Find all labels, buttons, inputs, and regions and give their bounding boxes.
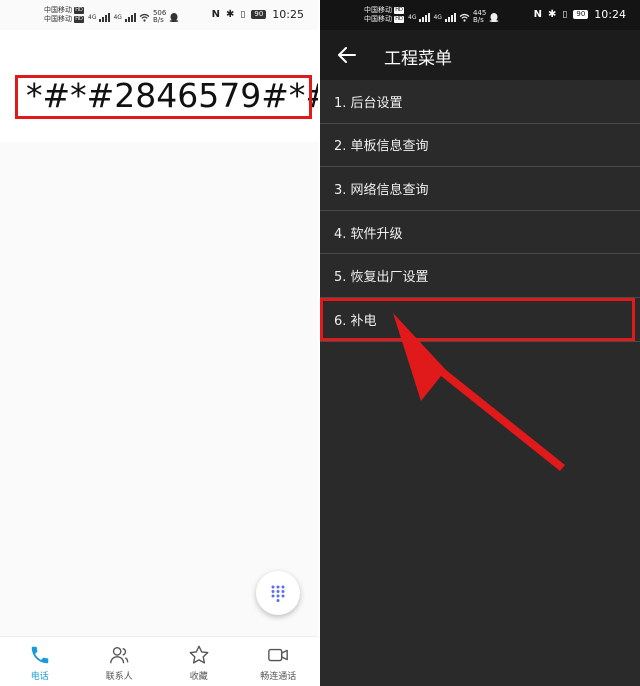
carrier-info: 中国移动 HD 中国移动 HD [364,6,404,24]
network-type: 4G [408,13,417,21]
engineering-menu-screen: 中国移动 HD 中国移动 HD 4G 4G 445 B/s N ✱ ▯ 90 10… [320,0,640,686]
system-indicators: N ✱ ▯ 90 10:25 [212,8,304,21]
network-indicators: 4G 4G 445 B/s [408,10,499,24]
hd-badge: HD [74,6,84,14]
clock: 10:24 [594,8,626,21]
phone-icon [31,646,48,664]
hd-badge: HD [394,6,404,14]
arrow-left-icon [338,47,356,63]
menu-item-software-upgrade[interactable]: 4. 软件升级 [320,211,640,255]
data-speed: 445 B/s [472,9,487,24]
menu-item-factory-reset[interactable]: 5. 恢复出厂设置 [320,254,640,298]
network-type: 4G [433,13,442,21]
status-bar: 中国移动 HD 中国移动 HD 4G 4G 506 B/s N ✱ ▯ 90 10… [0,0,318,30]
dialpad-icon [271,585,285,602]
network-type: 4G [88,13,97,21]
signal-icon [99,12,111,22]
carrier-info: 中国移动 HD 中国移动 HD [44,6,84,24]
carrier-2: 中国移动 [364,15,392,23]
carrier-1: 中国移动 [44,6,72,14]
star-icon [189,645,209,664]
bluetooth-icon: ✱ [548,9,557,20]
battery-icon: 90 [251,10,267,19]
nav-label: 电话 [30,672,49,682]
nav-label: 收藏 [189,672,208,682]
page-title: 工程菜单 [384,49,452,69]
menu-item-network-info[interactable]: 3. 网络信息查询 [320,167,640,211]
data-speed: 506 B/s [152,9,167,24]
clock: 10:25 [272,8,304,21]
network-indicators: 4G 4G 506 B/s [88,10,179,24]
nfc-icon: N [533,9,543,20]
system-indicators: N ✱ ▯ 90 10:24 [534,8,626,21]
highlight-box [15,75,312,119]
wifi-icon [459,13,470,22]
nav-label: 联系人 [105,672,133,682]
menu-item-board-info[interactable]: 2. 单板信息查询 [320,124,640,168]
highlight-box [320,298,635,341]
nav-contacts[interactable]: 联系人 [83,637,155,686]
dialer-screen: 中国移动 HD 中国移动 HD 4G 4G 506 B/s N ✱ ▯ 90 10… [0,0,318,686]
dialpad-button[interactable] [256,571,300,615]
nav-favorites[interactable]: 收藏 [163,637,235,686]
vibrate-icon: ▯ [562,9,568,20]
hd-badge: HD [394,15,404,23]
nav-phone[interactable]: 电话 [4,637,76,686]
nav-label: 畅连通话 [260,672,297,682]
video-call-icon [268,648,289,662]
signal-icon [419,12,431,22]
back-button[interactable] [334,42,360,68]
status-bar: 中国移动 HD 中国移动 HD 4G 4G 445 B/s N ✱ ▯ 90 10… [320,0,640,30]
signal-icon [444,12,456,22]
notification-icon [489,13,499,22]
hd-badge: HD [74,15,84,23]
app-toolbar: 工程菜单 [320,30,640,80]
battery-icon: 90 [573,10,589,19]
wifi-icon [139,13,150,22]
network-type: 4G [113,13,122,21]
carrier-2: 中国移动 [44,15,72,23]
nav-video-call[interactable]: 畅连通话 [242,637,314,686]
carrier-1: 中国移动 [364,6,392,14]
nfc-icon: N [211,9,221,20]
bluetooth-icon: ✱ [226,9,235,20]
signal-icon [124,12,136,22]
menu-item-background-settings[interactable]: 1. 后台设置 [320,80,640,124]
notification-icon [169,13,179,22]
vibrate-icon: ▯ [240,9,246,20]
contacts-icon [110,646,129,664]
bottom-navigation: 电话 联系人 收藏 畅连通话 [0,636,318,686]
